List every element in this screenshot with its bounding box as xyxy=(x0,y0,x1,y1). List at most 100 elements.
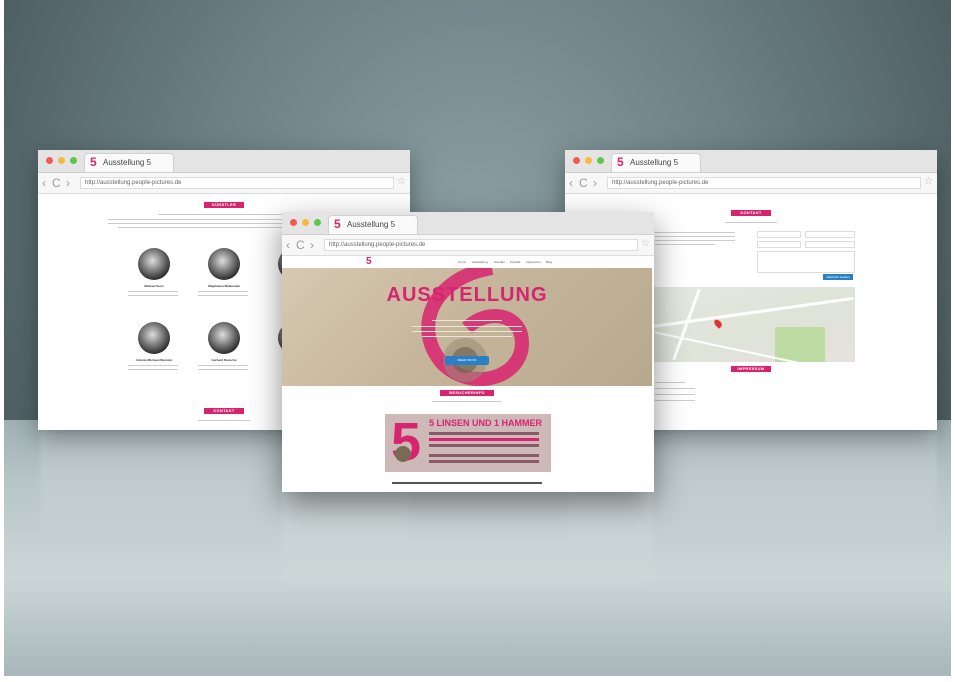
poster-headline: 5 LINSEN UND 1 HAMMER xyxy=(429,418,543,428)
name-field[interactable] xyxy=(757,231,801,238)
poster-text-row xyxy=(429,444,539,447)
browser-tab[interactable]: 5 Ausstellung 5 xyxy=(611,153,701,172)
artist-bio-line xyxy=(128,369,178,370)
forward-arrow-icon[interactable]: › xyxy=(593,176,597,190)
contact-text-line xyxy=(655,240,735,241)
artist-bio-line xyxy=(198,365,248,366)
forward-arrow-icon[interactable]: › xyxy=(310,238,314,252)
title-bar: 5 Ausstellung 5 xyxy=(565,150,937,173)
subtitle-text-line xyxy=(725,222,777,223)
minimize-dot[interactable] xyxy=(302,219,309,226)
close-dot[interactable] xyxy=(573,157,580,164)
site-navigation: 5 Home Ausstellung Künstler Kontakt Impr… xyxy=(282,256,654,268)
artist-bio-line xyxy=(198,295,248,296)
bookmark-star-icon[interactable]: ☆ xyxy=(924,176,933,187)
nav-link-ausstellung[interactable]: Ausstellung xyxy=(472,260,488,264)
minimize-dot[interactable] xyxy=(58,157,65,164)
artist-name: Magdalena Walkowiak xyxy=(208,284,240,288)
phone-field[interactable] xyxy=(757,241,801,248)
maximize-dot[interactable] xyxy=(314,219,321,226)
imprint-text-line xyxy=(655,382,685,383)
contact-text-line xyxy=(655,232,735,233)
title-bar: 5 Ausstellung 5 xyxy=(38,150,410,173)
nav-link-impressum[interactable]: Impressum xyxy=(526,260,541,264)
browser-window-center: 5 Ausstellung 5 ‹ C › http://ausstellung… xyxy=(282,212,654,492)
url-input[interactable]: http://ausstellung.people-pictures.de xyxy=(80,177,394,189)
maximize-dot[interactable] xyxy=(597,157,604,164)
artist-avatar[interactable] xyxy=(138,248,170,280)
contact-text-line xyxy=(655,244,715,245)
bookmark-star-icon[interactable]: ☆ xyxy=(397,176,406,187)
artist-avatar[interactable] xyxy=(138,322,170,354)
email-field[interactable] xyxy=(805,231,855,238)
nav-link-kuenstler[interactable]: Künstler xyxy=(494,260,505,264)
section-label-impressum: IMPRESSUM xyxy=(731,366,771,372)
section-label-kuenstler: KÜNSTLER xyxy=(204,202,244,208)
imprint-text-line xyxy=(655,394,695,395)
logo-5-icon: 5 xyxy=(90,155,97,169)
artist-avatar[interactable] xyxy=(208,322,240,354)
artist-avatar[interactable] xyxy=(208,248,240,280)
artist-bio-line xyxy=(128,291,178,292)
more-info-button[interactable]: MEHR INFOS xyxy=(445,356,489,365)
imprint-text-line xyxy=(655,388,695,389)
hero-text-line xyxy=(422,336,512,337)
imprint-text-line xyxy=(655,400,695,401)
address-bar: ‹ C › http://ausstellung.people-pictures… xyxy=(38,173,410,194)
section-label-kontakt: KONTAKT xyxy=(731,210,771,216)
address-bar: ‹ C › http://ausstellung.people-pictures… xyxy=(565,173,937,194)
reload-icon[interactable]: C xyxy=(579,176,588,190)
tab-title: Ausstellung 5 xyxy=(347,220,396,229)
back-arrow-icon[interactable]: ‹ xyxy=(569,176,573,190)
address-bar: ‹ C › http://ausstellung.people-pictures… xyxy=(282,235,654,256)
footer-text-line xyxy=(198,420,250,421)
nav-link-home[interactable]: Home xyxy=(458,260,466,264)
map-marker-icon[interactable] xyxy=(712,318,724,329)
nav-link-kontakt[interactable]: Kontakt xyxy=(510,260,520,264)
close-dot[interactable] xyxy=(46,157,53,164)
hero-text-line xyxy=(412,331,522,332)
logo-5-icon: 5 xyxy=(334,217,341,231)
minimize-dot[interactable] xyxy=(585,157,592,164)
browser-tab[interactable]: 5 Ausstellung 5 xyxy=(84,153,174,172)
maximize-dot[interactable] xyxy=(70,157,77,164)
poster-number: 5 xyxy=(391,412,422,472)
artist-bio-line xyxy=(198,369,248,370)
exhibition-poster[interactable]: 5 5 LINSEN UND 1 HAMMER xyxy=(385,412,551,472)
poster-lens-icon xyxy=(395,446,411,462)
bookmark-star-icon[interactable]: ☆ xyxy=(641,238,650,249)
section-text-line xyxy=(432,401,502,402)
tab-title: Ausstellung 5 xyxy=(630,158,679,167)
contact-text-line xyxy=(655,236,735,237)
reload-icon[interactable]: C xyxy=(296,238,305,252)
site-logo-icon[interactable]: 5 xyxy=(366,256,372,267)
tab-title: Ausstellung 5 xyxy=(103,158,152,167)
forward-arrow-icon[interactable]: › xyxy=(66,176,70,190)
artist-name: Michael Senn xyxy=(144,284,164,288)
browser-tab[interactable]: 5 Ausstellung 5 xyxy=(328,215,418,234)
url-input[interactable]: http://ausstellung.people-pictures.de xyxy=(324,239,638,251)
url-input[interactable]: http://ausstellung.people-pictures.de xyxy=(607,177,921,189)
poster-caption-line xyxy=(392,482,542,484)
artist-bio-line xyxy=(128,365,178,366)
reload-icon[interactable]: C xyxy=(52,176,61,190)
submit-button[interactable]: Nachricht senden xyxy=(823,274,853,280)
hero-text-line xyxy=(432,320,502,321)
poster-text-row xyxy=(429,460,539,463)
poster-text-row xyxy=(429,432,539,435)
poster-text-row xyxy=(429,454,539,457)
back-arrow-icon[interactable]: ‹ xyxy=(286,238,290,252)
hero-title: AUSSTELLUNG xyxy=(386,284,548,306)
artist-name: Gerhard Dietsche xyxy=(211,358,237,362)
back-arrow-icon[interactable]: ‹ xyxy=(42,176,46,190)
close-dot[interactable] xyxy=(290,219,297,226)
subject-field[interactable] xyxy=(805,241,855,248)
artist-bio-line xyxy=(128,295,178,296)
message-textarea[interactable] xyxy=(757,251,855,273)
hero-text-line xyxy=(412,326,522,327)
nav-link-blog[interactable]: Blog xyxy=(546,260,552,264)
map-park xyxy=(775,327,825,362)
intro-text-line xyxy=(158,214,288,215)
title-bar: 5 Ausstellung 5 xyxy=(282,212,654,235)
section-label-kontakt: KONTAKT xyxy=(204,408,244,414)
